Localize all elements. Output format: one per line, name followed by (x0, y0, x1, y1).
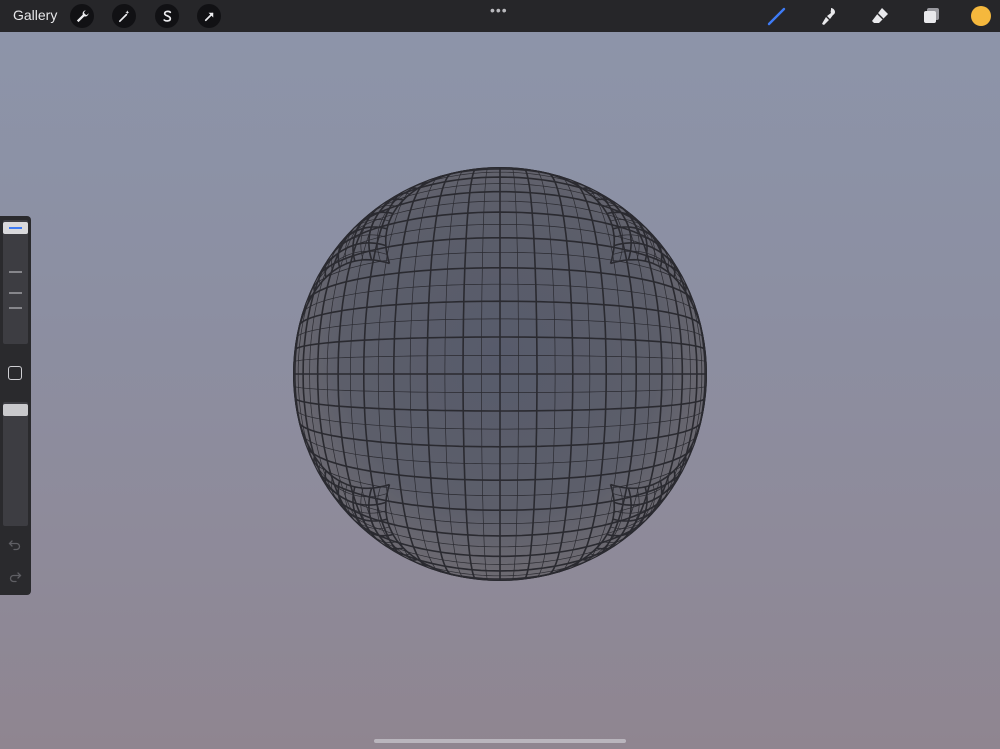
layers-button[interactable] (920, 5, 942, 27)
brush-sidebar (0, 216, 31, 595)
top-toolbar: Gallery ••• (0, 0, 1000, 32)
smudge-tool-button[interactable] (817, 5, 839, 27)
selection-button[interactable] (155, 4, 179, 28)
magic-wand-icon (118, 9, 129, 22)
color-picker-button[interactable] (971, 6, 991, 26)
selection-s-icon (162, 10, 171, 22)
sphere-grid-drawing (293, 167, 707, 581)
more-dots-icon[interactable]: ••• (490, 2, 508, 18)
opacity-thumb[interactable] (3, 404, 28, 416)
transform-button[interactable] (197, 4, 221, 28)
undo-icon[interactable] (8, 538, 22, 552)
wrench-icon (76, 9, 89, 22)
brush-size-thumb[interactable] (3, 222, 28, 234)
opacity-slider[interactable] (3, 402, 28, 526)
brush-size-slider[interactable] (3, 220, 28, 344)
layers-icon (924, 8, 939, 23)
smudge-icon (822, 8, 835, 25)
transform-arrow-icon (204, 12, 213, 21)
adjustments-button[interactable] (112, 4, 136, 28)
home-indicator (374, 739, 626, 743)
redo-icon[interactable] (8, 570, 22, 584)
eraser-icon (872, 8, 888, 23)
brush-tool-button[interactable] (766, 5, 788, 27)
eraser-tool-button[interactable] (869, 5, 891, 27)
size-tick (9, 292, 22, 294)
gallery-button[interactable]: Gallery (13, 7, 57, 23)
modify-button[interactable] (8, 366, 22, 380)
actions-button[interactable] (70, 4, 94, 28)
size-tick (9, 271, 22, 273)
brush-icon (767, 7, 786, 26)
size-tick (9, 307, 22, 309)
